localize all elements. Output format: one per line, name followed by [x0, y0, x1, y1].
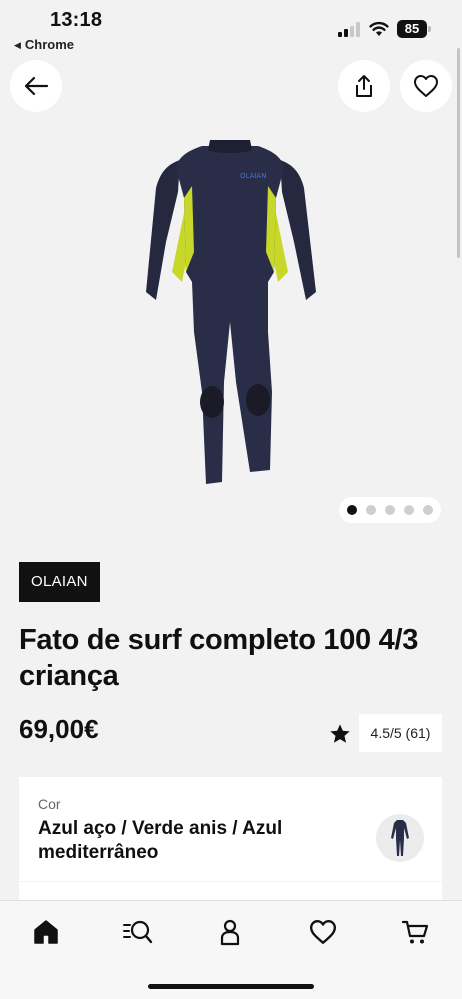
battery-indicator: 85	[397, 20, 431, 38]
color-swatch[interactable]	[376, 814, 424, 862]
arrow-left-icon	[24, 76, 49, 96]
battery-cap	[428, 26, 431, 32]
product-price: 69,00€	[19, 714, 99, 744]
cellular-signal-icon	[338, 22, 360, 37]
battery-level: 85	[397, 20, 427, 38]
search-list-icon	[123, 920, 153, 944]
home-icon	[34, 920, 58, 944]
brand-badge[interactable]: OLAIAN	[19, 562, 100, 602]
share-button[interactable]	[338, 60, 390, 112]
chest-logo: OLAIAN	[240, 172, 266, 180]
account-icon	[220, 919, 240, 946]
wetsuit-thumbnail-icon	[391, 820, 409, 856]
gallery-pagination	[339, 497, 441, 523]
back-app-label: Chrome	[24, 37, 75, 52]
star-icon	[330, 724, 350, 743]
back-triangle-icon: ◀	[14, 40, 21, 50]
back-button[interactable]	[10, 60, 62, 112]
gallery-dot-3[interactable]	[385, 505, 395, 515]
product-title: Fato de surf completo 100 4/3 criança	[19, 624, 419, 692]
share-icon	[356, 75, 372, 97]
scrollbar-thumb[interactable]	[457, 48, 460, 258]
gallery-dot-5[interactable]	[423, 505, 433, 515]
nav-home[interactable]	[29, 917, 63, 947]
heart-icon	[414, 75, 438, 97]
home-indicator[interactable]	[148, 984, 314, 989]
next-section-card	[19, 882, 442, 902]
nav-account[interactable]	[213, 917, 247, 947]
product-image[interactable]: OLAIAN	[130, 132, 330, 492]
heart-icon	[309, 920, 337, 944]
color-selector[interactable]: Cor Azul aço / Verde anis / Azul mediter…	[19, 777, 442, 881]
cart-icon	[401, 920, 429, 944]
favorite-button[interactable]	[400, 60, 452, 112]
status-bar: 13:18 ◀ Chrome 85	[0, 0, 462, 56]
bottom-navigation	[0, 900, 462, 999]
nav-favorites[interactable]	[306, 917, 340, 947]
color-value: Azul aço / Verde anis / Azul mediterrâne…	[38, 818, 283, 863]
nav-search[interactable]	[121, 917, 155, 947]
rating-badge[interactable]: 4.5/5 (61)	[359, 714, 442, 752]
color-label: Cor	[38, 796, 61, 812]
back-to-app-link[interactable]: ◀ Chrome	[14, 37, 74, 52]
nav-cart[interactable]	[398, 917, 432, 947]
gallery-dot-4[interactable]	[404, 505, 414, 515]
status-time: 13:18	[50, 9, 103, 31]
gallery-dot-1[interactable]	[347, 505, 357, 515]
wifi-icon	[369, 21, 389, 36]
gallery-dot-2[interactable]	[366, 505, 376, 515]
